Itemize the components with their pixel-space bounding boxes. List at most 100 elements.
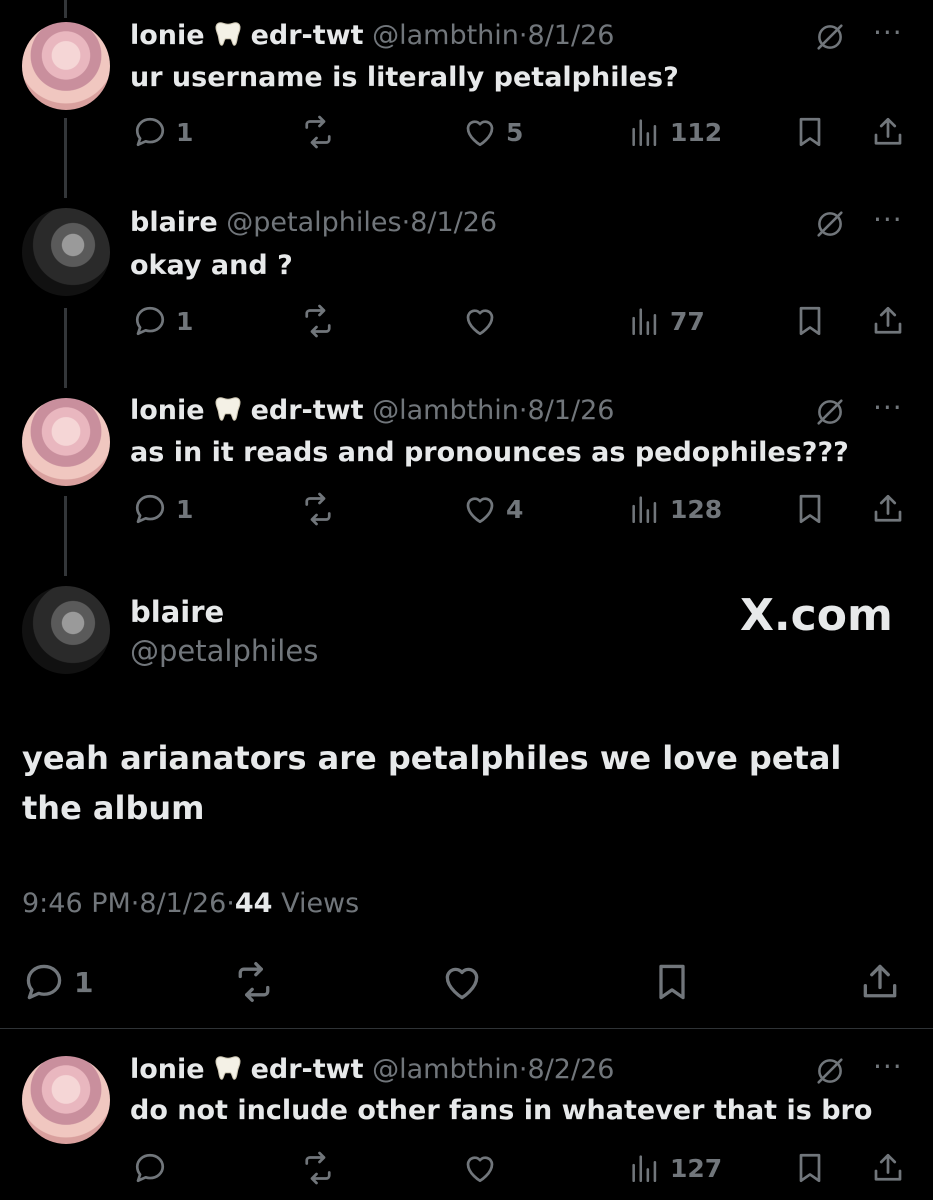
- display-name[interactable]: blaire: [130, 207, 218, 238]
- share-icon: [870, 1150, 906, 1186]
- tweet-date[interactable]: 8/1/26: [410, 207, 497, 238]
- tweet-text: okay and ?: [130, 250, 293, 281]
- views-button[interactable]: 127: [628, 1150, 722, 1186]
- like-button[interactable]: [462, 1150, 506, 1186]
- retweet-button[interactable]: [300, 491, 336, 527]
- display-name-suffix: edr-twt: [250, 395, 364, 426]
- views-count: 44: [234, 888, 273, 919]
- retweet-button[interactable]: [300, 1150, 336, 1186]
- separator-dot: ·: [518, 20, 528, 51]
- grok-icon[interactable]: [813, 395, 847, 429]
- bookmark-button[interactable]: [792, 303, 828, 339]
- share-button[interactable]: [870, 303, 906, 339]
- views-button[interactable]: 128: [628, 491, 722, 527]
- share-button[interactable]: [870, 114, 906, 150]
- username[interactable]: @petalphiles: [226, 207, 401, 238]
- tweet-date[interactable]: 8/1/26: [528, 20, 615, 51]
- views-button[interactable]: 77: [628, 303, 705, 339]
- avatar[interactable]: [22, 586, 110, 674]
- separator-dot: ·: [518, 1054, 528, 1085]
- more-options-button[interactable]: ···: [873, 16, 903, 49]
- views-chart-icon: [628, 1150, 662, 1186]
- grok-icon[interactable]: [813, 1054, 847, 1088]
- display-name-suffix: edr-twt: [250, 1054, 364, 1085]
- separator-dot: ·: [518, 395, 528, 426]
- display-name[interactable]: blaire: [130, 595, 224, 629]
- share-button[interactable]: [870, 491, 906, 527]
- reply-button[interactable]: 1: [132, 303, 193, 339]
- tweet-date[interactable]: 8/2/26: [528, 1054, 615, 1085]
- share-icon: [870, 303, 906, 339]
- more-options-button[interactable]: ···: [873, 203, 903, 236]
- avatar[interactable]: [22, 1056, 110, 1144]
- bookmark-icon: [792, 114, 828, 150]
- avatar[interactable]: [22, 398, 110, 486]
- retweet-button[interactable]: [300, 114, 336, 150]
- like-count: 5: [506, 117, 524, 147]
- retweet-button[interactable]: [300, 303, 336, 339]
- username[interactable]: @lambthin: [372, 20, 519, 51]
- reply-button[interactable]: 1: [132, 114, 193, 150]
- like-button[interactable]: [440, 960, 484, 1004]
- separator-dot: ·: [226, 888, 235, 919]
- heart-icon: [462, 1150, 498, 1186]
- retweet-icon: [300, 1150, 336, 1186]
- reply-icon: [22, 960, 66, 1004]
- like-button[interactable]: [462, 303, 506, 339]
- xcom-watermark: X.com: [740, 590, 893, 641]
- retweet-icon: [300, 114, 336, 150]
- tweet-header: lonie edr-twt @lambthin·8/2/26: [130, 1053, 614, 1087]
- grok-icon[interactable]: [813, 207, 847, 241]
- reply-button[interactable]: [132, 1150, 176, 1186]
- display-name[interactable]: lonie: [130, 1054, 205, 1085]
- username[interactable]: @lambthin: [372, 1054, 519, 1085]
- thread-line: [64, 496, 67, 576]
- grok-icon[interactable]: [813, 20, 847, 54]
- heart-icon: [462, 491, 498, 527]
- tweet-date[interactable]: 8/1/26: [528, 395, 615, 426]
- heart-icon: [462, 303, 498, 339]
- tooth-emoji: [213, 394, 243, 424]
- tweet-date[interactable]: 8/1/26: [139, 888, 226, 919]
- avatar[interactable]: [22, 208, 110, 296]
- view-count: 127: [670, 1153, 723, 1183]
- share-icon: [870, 114, 906, 150]
- more-options-button[interactable]: ···: [873, 1050, 903, 1083]
- views-chart-icon: [628, 491, 662, 527]
- views-chart-icon: [628, 114, 662, 150]
- bookmark-button[interactable]: [792, 114, 828, 150]
- heart-icon: [440, 960, 484, 1004]
- views-label: Views: [281, 888, 360, 919]
- avatar[interactable]: [22, 22, 110, 110]
- reply-button[interactable]: 1: [22, 960, 93, 1004]
- share-button[interactable]: [870, 1150, 906, 1186]
- bookmark-button[interactable]: [650, 960, 694, 1004]
- view-count: 77: [670, 306, 705, 336]
- retweet-button[interactable]: [232, 960, 276, 1004]
- reply-count: 1: [176, 306, 194, 336]
- like-button[interactable]: 4: [462, 491, 523, 527]
- bookmark-button[interactable]: [792, 1150, 828, 1186]
- view-count: 128: [670, 494, 723, 524]
- bookmark-button[interactable]: [792, 491, 828, 527]
- thread-line: [64, 0, 67, 18]
- views-button[interactable]: 112: [628, 114, 722, 150]
- reply-count: 1: [74, 965, 94, 999]
- share-button[interactable]: [858, 960, 902, 1004]
- tweet-time[interactable]: 9:46 PM: [22, 888, 131, 919]
- like-button[interactable]: 5: [462, 114, 523, 150]
- share-icon: [870, 491, 906, 527]
- tweet-text: as in it reads and pronounces as pedophi…: [130, 437, 849, 468]
- tweet-text: do not include other fans in whatever th…: [130, 1095, 873, 1126]
- reply-button[interactable]: 1: [132, 491, 193, 527]
- more-options-button[interactable]: ···: [873, 391, 903, 424]
- display-name[interactable]: lonie: [130, 395, 205, 426]
- display-name[interactable]: lonie: [130, 20, 205, 51]
- thread-line: [64, 308, 67, 388]
- username[interactable]: @lambthin: [372, 395, 519, 426]
- username[interactable]: @petalphiles: [130, 634, 318, 668]
- bookmark-icon: [792, 491, 828, 527]
- reply-count: 1: [176, 494, 194, 524]
- reply-count: 1: [176, 117, 194, 147]
- tweet-header: blaire @petalphiles·8/1/26: [130, 206, 497, 240]
